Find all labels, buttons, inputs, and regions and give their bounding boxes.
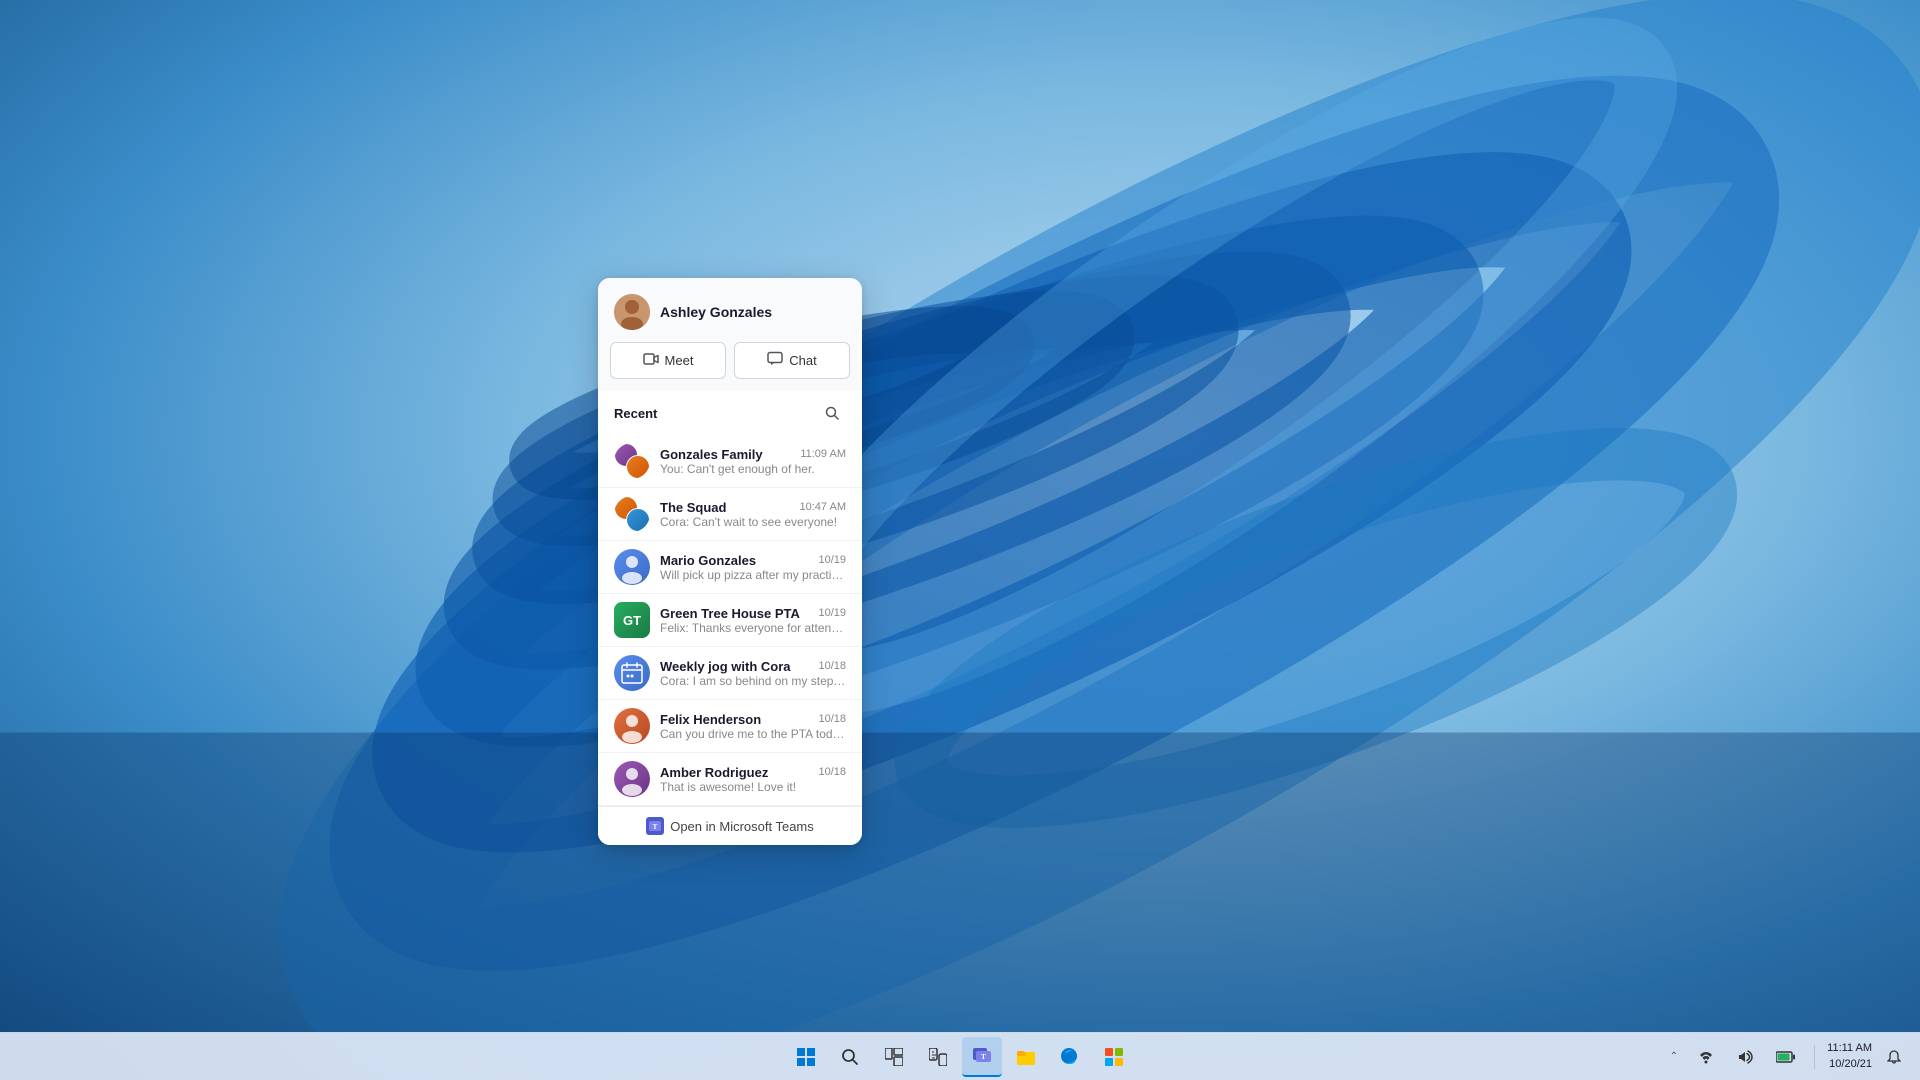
chat-list: Gonzales Family 11:09 AM You: Can't get … bbox=[598, 435, 862, 806]
teams-icon: T bbox=[646, 817, 664, 835]
battery-icon[interactable] bbox=[1770, 1041, 1802, 1073]
desktop: Ashley Gonzales Meet bbox=[0, 0, 1920, 1080]
chat-preview: You: Can't get enough of her. bbox=[660, 462, 846, 476]
chat-avatar-mario bbox=[614, 549, 650, 585]
taskbar-clock[interactable]: 11:11 AM 10/20/21 bbox=[1827, 1041, 1872, 1072]
chat-preview: Can you drive me to the PTA today? bbox=[660, 727, 846, 741]
widgets-button[interactable] bbox=[918, 1037, 958, 1077]
recent-section: Recent bbox=[598, 391, 862, 435]
taskbar-right: ⌃ bbox=[1666, 1041, 1908, 1073]
chat-content-amber: Amber Rodriguez 10/18 That is awesome! L… bbox=[660, 765, 846, 794]
chat-label: Chat bbox=[789, 353, 816, 368]
action-buttons: Meet Chat bbox=[598, 342, 862, 391]
recent-label: Recent bbox=[614, 406, 657, 421]
chat-item-mario-gonzales[interactable]: Mario Gonzales 10/19 Will pick up pizza … bbox=[598, 541, 862, 594]
chat-avatar-amber bbox=[614, 761, 650, 797]
chat-panel-header: Ashley Gonzales bbox=[598, 278, 862, 342]
chat-time: 11:09 AM bbox=[800, 448, 846, 460]
chat-item-amber[interactable]: Amber Rodriguez 10/18 That is awesome! L… bbox=[598, 753, 862, 806]
open-teams-label: Open in Microsoft Teams bbox=[670, 819, 814, 834]
chat-name: Weekly jog with Cora bbox=[660, 659, 791, 674]
network-icon[interactable] bbox=[1690, 1041, 1722, 1073]
svg-text:T: T bbox=[981, 1053, 986, 1061]
chat-name: Gonzales Family bbox=[660, 447, 763, 462]
chat-name: Mario Gonzales bbox=[660, 553, 756, 568]
chat-time: 10:47 AM bbox=[800, 501, 846, 513]
chat-button[interactable]: Chat bbox=[734, 342, 850, 379]
chat-panel: Ashley Gonzales Meet bbox=[598, 278, 862, 845]
taskbar: T bbox=[0, 1032, 1920, 1080]
chat-preview: Felix: Thanks everyone for attending tod… bbox=[660, 621, 846, 635]
meet-button[interactable]: Meet bbox=[610, 342, 726, 379]
chat-preview: That is awesome! Love it! bbox=[660, 780, 846, 794]
chat-item-green-tree[interactable]: GT Green Tree House PTA 10/19 Felix: Tha… bbox=[598, 594, 862, 647]
chat-name: Amber Rodriguez bbox=[660, 765, 768, 780]
svg-text:T: T bbox=[653, 823, 658, 831]
store-button[interactable] bbox=[1094, 1037, 1134, 1077]
notification-expand-button[interactable]: ⌃ bbox=[1666, 1047, 1682, 1066]
taskbar-center: T bbox=[786, 1037, 1134, 1077]
taskbar-time: 11:11 AM bbox=[1827, 1041, 1872, 1056]
chat-avatar-gt: GT bbox=[614, 602, 650, 638]
chat-content-gt: Green Tree House PTA 10/19 Felix: Thanks… bbox=[660, 606, 846, 635]
chat-time: 10/19 bbox=[818, 607, 846, 619]
chat-avatar-the-squad bbox=[614, 496, 650, 532]
chat-item-felix[interactable]: Felix Henderson 10/18 Can you drive me t… bbox=[598, 700, 862, 753]
meet-icon bbox=[643, 351, 659, 370]
chat-icon bbox=[767, 351, 783, 370]
chat-time: 10/18 bbox=[818, 766, 846, 778]
chat-name: The Squad bbox=[660, 500, 726, 515]
chat-content-gonzales-family: Gonzales Family 11:09 AM You: Can't get … bbox=[660, 447, 846, 476]
taskbar-date: 10/20/21 bbox=[1829, 1057, 1872, 1072]
chat-name: Felix Henderson bbox=[660, 712, 761, 727]
chat-item-weekly-jog[interactable]: Weekly jog with Cora 10/18 Cora: I am so… bbox=[598, 647, 862, 700]
open-teams-bar[interactable]: T Open in Microsoft Teams bbox=[598, 806, 862, 845]
chat-time: 10/18 bbox=[818, 713, 846, 725]
edge-button[interactable] bbox=[1050, 1037, 1090, 1077]
chat-content-weekly: Weekly jog with Cora 10/18 Cora: I am so… bbox=[660, 659, 846, 688]
notification-button[interactable] bbox=[1880, 1043, 1908, 1071]
chat-content-the-squad: The Squad 10:47 AM Cora: Can't wait to s… bbox=[660, 500, 846, 529]
user-avatar bbox=[614, 294, 650, 330]
chat-content-mario: Mario Gonzales 10/19 Will pick up pizza … bbox=[660, 553, 846, 582]
chat-preview: Will pick up pizza after my practice. bbox=[660, 568, 846, 582]
chat-avatar-felix bbox=[614, 708, 650, 744]
chat-content-felix: Felix Henderson 10/18 Can you drive me t… bbox=[660, 712, 846, 741]
file-explorer-button[interactable] bbox=[1006, 1037, 1046, 1077]
recent-header: Recent bbox=[614, 399, 846, 427]
chat-time: 10/18 bbox=[818, 660, 846, 672]
chat-name: Green Tree House PTA bbox=[660, 606, 800, 621]
meet-label: Meet bbox=[665, 353, 694, 368]
chat-taskbar-button[interactable]: T bbox=[962, 1037, 1002, 1077]
chat-preview: Cora: Can't wait to see everyone! bbox=[660, 515, 846, 529]
search-button[interactable] bbox=[830, 1037, 870, 1077]
taskbar-divider bbox=[1814, 1045, 1815, 1069]
chat-avatar-gonzales-family bbox=[614, 443, 650, 479]
chat-preview: Cora: I am so behind on my step goals. bbox=[660, 674, 846, 688]
task-view-button[interactable] bbox=[874, 1037, 914, 1077]
chat-item-gonzales-family[interactable]: Gonzales Family 11:09 AM You: Can't get … bbox=[598, 435, 862, 488]
chat-item-the-squad[interactable]: The Squad 10:47 AM Cora: Can't wait to s… bbox=[598, 488, 862, 541]
chat-avatar-weekly bbox=[614, 655, 650, 691]
chat-panel-username: Ashley Gonzales bbox=[660, 304, 772, 320]
volume-icon[interactable] bbox=[1730, 1041, 1762, 1073]
windows-start-button[interactable] bbox=[786, 1037, 826, 1077]
chat-time: 10/19 bbox=[818, 554, 846, 566]
search-button[interactable] bbox=[818, 399, 846, 427]
